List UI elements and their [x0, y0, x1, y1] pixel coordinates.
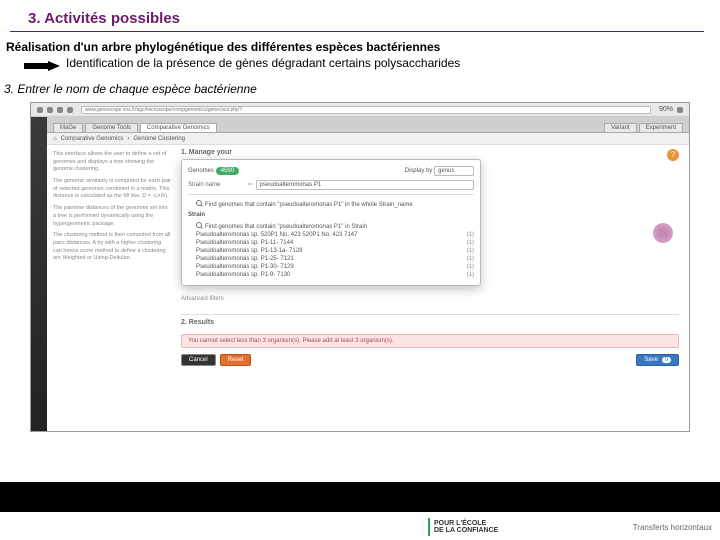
section-title: 3. Activités possibles — [0, 0, 720, 31]
back-icon[interactable] — [37, 107, 43, 113]
footer-logo: POUR L'ÉCOLE DE LA CONFIANCE — [428, 518, 498, 536]
step-instruction: 3. Entrer le nom de chaque espèce bactér… — [0, 70, 720, 100]
zoom-level: 90% — [659, 106, 673, 113]
crumb-2[interactable]: Genome Clustering — [133, 136, 185, 142]
strain-input[interactable]: pseudoalteromonas P1 — [256, 180, 474, 190]
display-by-select[interactable]: genus — [434, 166, 474, 176]
search-icon — [196, 200, 202, 206]
tab-comparative[interactable]: Comparative Genomics — [140, 123, 217, 132]
tab-genome-tools[interactable]: Genome Tools — [85, 123, 138, 132]
strain-subhead: Strain — [188, 212, 474, 218]
app-screenshot: www.genoscope.cns.fr/agc/microscope/comp… — [30, 102, 690, 432]
list-item[interactable]: Pseudoalteromonas sp. P1-30- 7129(1) — [188, 263, 474, 271]
tab-mage[interactable]: MaGe — [53, 123, 83, 132]
genomes-label: Genomes — [188, 168, 214, 174]
cancel-button[interactable]: Cancel — [181, 354, 216, 366]
sidebar-p4: The clustering method is then computed f… — [53, 232, 171, 263]
reset-button[interactable]: Reset — [220, 354, 252, 366]
footer-black-bar — [0, 482, 720, 512]
advanced-filters[interactable]: Advanced filters — [181, 294, 679, 304]
search-icon — [196, 222, 202, 228]
warning-bar: You cannot select less than 3 organism(s… — [181, 334, 679, 348]
list-item[interactable]: Pseudoalteromonas sp. P1-25- 7121(1) — [188, 255, 474, 263]
info-sidebar: This interface allows the user to define… — [47, 145, 177, 431]
browser-toolbar: www.genoscope.cns.fr/agc/microscope/comp… — [31, 103, 689, 117]
results-heading: 2. Results — [181, 314, 679, 326]
strain-label: Strain name — [188, 182, 244, 188]
crumb-1[interactable]: Comparative Genomics — [61, 136, 124, 142]
menu-icon[interactable] — [677, 107, 683, 113]
reload-icon[interactable] — [57, 107, 63, 113]
list-item[interactable]: Pseudoalteromonas sp. 520P1 No. 423 520P… — [188, 231, 474, 239]
content-area: ? 1. Manage your Genomes 4590 Display by — [177, 145, 689, 431]
logo-mark — [428, 518, 430, 536]
logo-line2: DE LA CONFIANCE — [434, 527, 498, 534]
subtitle: Réalisation d'un arbre phylogénétique de… — [0, 32, 720, 56]
genome-popover: Genomes 4590 Display by genus Strain nam… — [181, 159, 481, 286]
suggest-whole[interactable]: Find genomes that contain "pseudoalterom… — [188, 199, 474, 209]
forward-icon[interactable] — [47, 107, 53, 113]
help-icon[interactable]: ? — [667, 149, 679, 161]
tab-variant[interactable]: Variant — [604, 123, 637, 132]
suggest-strain[interactable]: Find genomes that contain "pseudoalterom… — [188, 221, 474, 231]
genomes-count: 4590 — [216, 167, 239, 175]
save-button[interactable]: Save 0 — [636, 354, 679, 366]
sidebar-p1: This interface allows the user to define… — [53, 151, 171, 174]
url-bar[interactable]: www.genoscope.cns.fr/agc/microscope/comp… — [81, 106, 651, 114]
logo-line1: POUR L'ÉCOLE — [434, 520, 498, 527]
list-item[interactable]: Pseudoalteromonas sp. P1-9- 7130(1) — [188, 271, 474, 279]
arrow-icon — [24, 58, 60, 68]
breadcrumb: ⌂ Comparative Genomics › Genome Clusteri… — [47, 133, 689, 145]
list-item[interactable]: Pseudoalteromonas sp. P1-11- 7144(1) — [188, 239, 474, 247]
tab-experiment[interactable]: Experiment — [639, 123, 683, 132]
display-by-label: Display by — [405, 168, 433, 174]
sidebar-p3: The pairwise distances of the genomes se… — [53, 205, 171, 228]
left-rail — [31, 117, 47, 431]
home-icon[interactable] — [67, 107, 73, 113]
description: Identification de la présence de gènes d… — [66, 56, 460, 70]
sidebar-p2: The genomic similarity is computed for e… — [53, 178, 171, 201]
decorative-shape — [653, 223, 673, 243]
footer-right: Transferts horizontaux — [633, 523, 712, 532]
footer: POUR L'ÉCOLE DE LA CONFIANCE Transferts … — [8, 518, 712, 536]
home-icon[interactable]: ⌂ — [53, 136, 57, 142]
app-tabs: MaGe Genome Tools Comparative Genomics V… — [47, 117, 689, 133]
list-item[interactable]: Pseudoalteromonas sp. P1-13-1a- 7128(1) — [188, 247, 474, 255]
manage-heading: 1. Manage your — [181, 149, 679, 156]
